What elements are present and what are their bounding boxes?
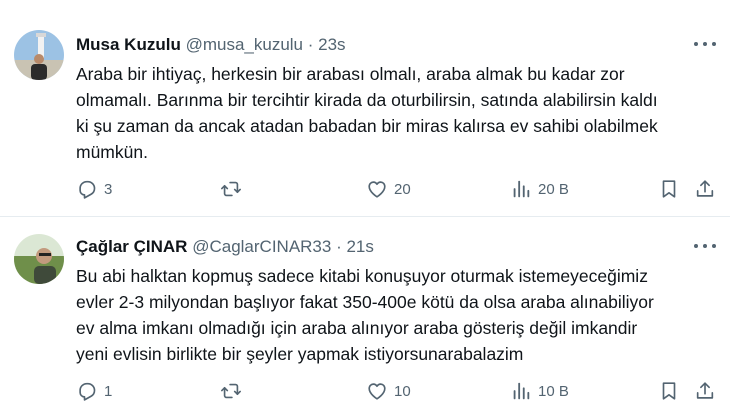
- retweet-icon: [220, 380, 242, 402]
- like-button[interactable]: 20: [366, 178, 411, 200]
- like-icon: [366, 178, 388, 200]
- reply-button[interactable]: 3: [76, 178, 112, 200]
- views-button[interactable]: 20 B: [510, 178, 569, 200]
- like-button[interactable]: 10: [366, 380, 411, 402]
- tweet-line: olmamalı. Barınma bir tercihtir kirada d…: [76, 90, 658, 110]
- tweet-line: yeni evlisin birlikte bir şeyler yapmak …: [76, 344, 524, 364]
- bookmark-icon: [658, 380, 680, 402]
- tweet-actions: 3 20 20 B: [76, 178, 720, 202]
- reply-count: 3: [104, 180, 113, 198]
- reply-count: 1: [104, 382, 113, 400]
- like-count: 20: [394, 180, 411, 198]
- timestamp[interactable]: · 23s: [308, 35, 346, 54]
- views-count: 10 B: [538, 382, 569, 400]
- timestamp[interactable]: · 21s: [336, 237, 374, 256]
- share-button[interactable]: [694, 380, 716, 402]
- views-button[interactable]: 10 B: [510, 380, 569, 402]
- views-icon: [510, 178, 532, 200]
- more-icon[interactable]: [694, 241, 716, 251]
- reply-icon: [76, 380, 98, 402]
- views-count: 20 B: [538, 180, 569, 198]
- tweet-caglar-cinar[interactable]: Çağlar ÇINAR @CaglarCINAR33 · 21s Bu abi…: [0, 217, 730, 420]
- tweet-musa-kuzulu[interactable]: Musa Kuzulu @musa_kuzulu · 23s Araba bir…: [0, 0, 730, 216]
- tweet-line: Araba bir ihtiyaç, herkesin bir arabası …: [76, 64, 625, 84]
- tweet-text: Bu abi halktan kopmuş sadece kitabi konu…: [76, 263, 721, 367]
- tweet-line: evler 2-3 milyondan başlıyor fakat 350-4…: [76, 292, 654, 312]
- retweet-icon: [220, 178, 242, 200]
- retweet-button[interactable]: [220, 380, 248, 402]
- like-count: 10: [394, 382, 411, 400]
- bookmark-button[interactable]: [658, 178, 680, 200]
- more-icon[interactable]: [694, 39, 716, 49]
- tweet-line: Bu abi halktan kopmuş sadece kitabi konu…: [76, 266, 648, 286]
- bookmark-button[interactable]: [658, 380, 680, 402]
- retweet-button[interactable]: [220, 178, 248, 200]
- avatar[interactable]: [14, 30, 64, 80]
- reply-button[interactable]: 1: [76, 380, 112, 402]
- tweet-line: mümkün.: [76, 142, 148, 162]
- avatar[interactable]: [14, 234, 64, 284]
- tweet-header: Musa Kuzulu @musa_kuzulu · 23s: [76, 35, 346, 55]
- user-handle[interactable]: @musa_kuzulu: [186, 35, 303, 54]
- share-icon: [694, 380, 716, 402]
- user-handle[interactable]: @CaglarCINAR33: [192, 237, 331, 256]
- share-button[interactable]: [694, 178, 716, 200]
- tweet-header: Çağlar ÇINAR @CaglarCINAR33 · 21s: [76, 237, 374, 257]
- tweet-actions: 1 10 10 B: [76, 380, 720, 404]
- display-name[interactable]: Çağlar ÇINAR: [76, 237, 187, 256]
- tweet-line: ev alma imkanı olmadığı için araba alını…: [76, 318, 638, 338]
- like-icon: [366, 380, 388, 402]
- share-icon: [694, 178, 716, 200]
- bookmark-icon: [658, 178, 680, 200]
- views-icon: [510, 380, 532, 402]
- reply-icon: [76, 178, 98, 200]
- display-name[interactable]: Musa Kuzulu: [76, 35, 181, 54]
- tweet-text: Araba bir ihtiyaç, herkesin bir arabası …: [76, 61, 721, 165]
- tweet-line: ki şu zaman da ancak atadan babadan bir …: [76, 116, 658, 136]
